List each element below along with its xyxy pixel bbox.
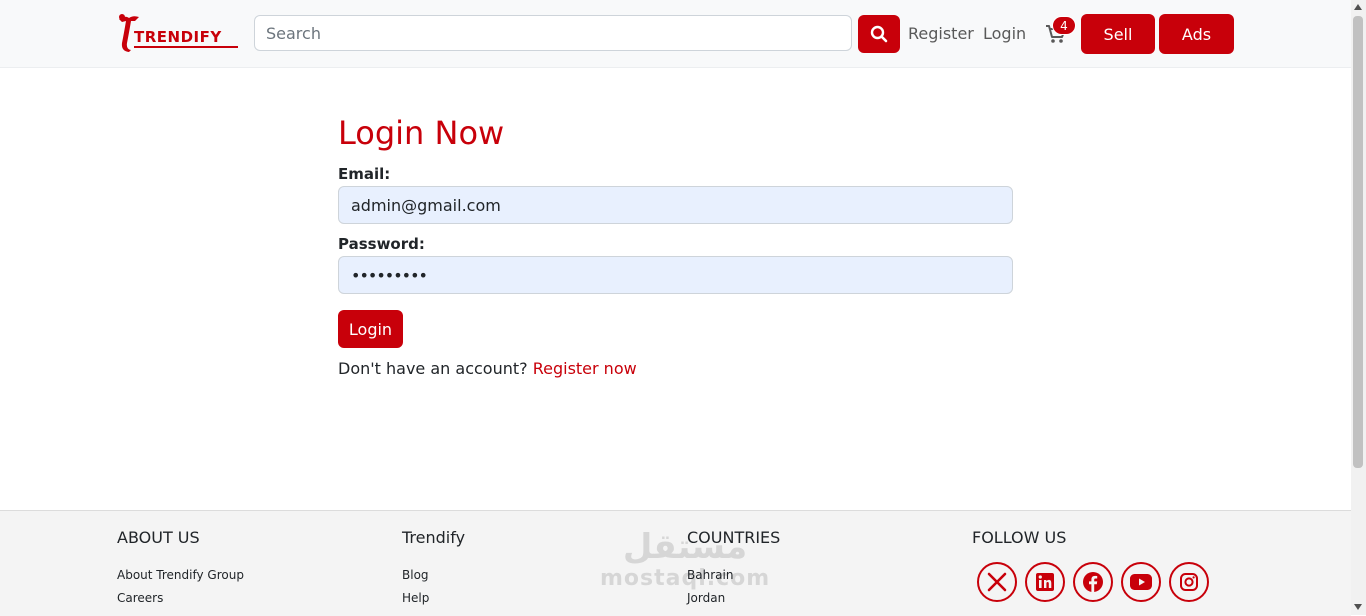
ads-button[interactable]: Ads xyxy=(1159,14,1234,54)
nav-register-link[interactable]: Register xyxy=(908,24,974,43)
brand-name: TRENDIFY xyxy=(134,28,222,46)
footer-link-bahrain[interactable]: Bahrain xyxy=(687,568,733,582)
email-label: Email: xyxy=(338,165,391,183)
linkedin-icon xyxy=(1036,573,1054,591)
footer-link-careers[interactable]: Careers xyxy=(117,591,163,605)
social-linkedin-button[interactable] xyxy=(1025,562,1065,602)
footer-heading-countries: COUNTRIES xyxy=(687,528,781,547)
footer-heading-follow: FOLLOW US xyxy=(972,528,1067,547)
social-youtube-button[interactable] xyxy=(1121,562,1161,602)
x-icon xyxy=(987,572,1007,592)
password-field[interactable]: ••••••••• xyxy=(338,256,1013,294)
footer-link-jordan[interactable]: Jordan xyxy=(687,591,725,605)
footer-link-blog[interactable]: Blog xyxy=(402,568,429,582)
sell-button[interactable]: Sell xyxy=(1081,14,1155,54)
password-label: Password: xyxy=(338,235,425,253)
facebook-icon xyxy=(1083,572,1103,592)
cart-count-badge: 4 xyxy=(1052,16,1076,35)
scroll-down-arrow-icon[interactable] xyxy=(1354,604,1362,610)
search-input[interactable] xyxy=(254,15,852,51)
logo-underline xyxy=(134,46,238,48)
navbar: TRENDIFY Register Login 4 Sell Ads xyxy=(0,0,1351,68)
social-instagram-button[interactable] xyxy=(1169,562,1209,602)
social-facebook-button[interactable] xyxy=(1073,562,1113,602)
footer-heading-about: ABOUT US xyxy=(117,528,200,547)
footer-link-help[interactable]: Help xyxy=(402,591,429,605)
register-prompt: Don't have an account? Register now xyxy=(338,359,637,378)
login-submit-button[interactable]: Login xyxy=(338,310,403,348)
password-value: ••••••••• xyxy=(351,265,428,285)
youtube-icon xyxy=(1130,574,1152,590)
nav-login-link[interactable]: Login xyxy=(983,24,1026,43)
brand-logo[interactable]: TRENDIFY xyxy=(117,13,239,53)
scrollbar-thumb[interactable] xyxy=(1353,16,1363,468)
instagram-icon xyxy=(1180,573,1198,591)
watermark-latin: mostaql.com xyxy=(600,566,771,591)
email-value: admin@gmail.com xyxy=(351,195,501,215)
scroll-up-arrow-icon[interactable] xyxy=(1354,4,1362,10)
search-icon xyxy=(870,25,888,43)
email-field[interactable]: admin@gmail.com xyxy=(338,186,1013,224)
footer-heading-trendify: Trendify xyxy=(402,528,466,547)
page-title: Login Now xyxy=(338,114,505,152)
register-prompt-text: Don't have an account? xyxy=(338,359,528,378)
register-now-link[interactable]: Register now xyxy=(533,359,637,378)
search-button[interactable] xyxy=(858,15,900,53)
footer-link-about-group[interactable]: About Trendify Group xyxy=(117,568,244,582)
social-x-button[interactable] xyxy=(977,562,1017,602)
